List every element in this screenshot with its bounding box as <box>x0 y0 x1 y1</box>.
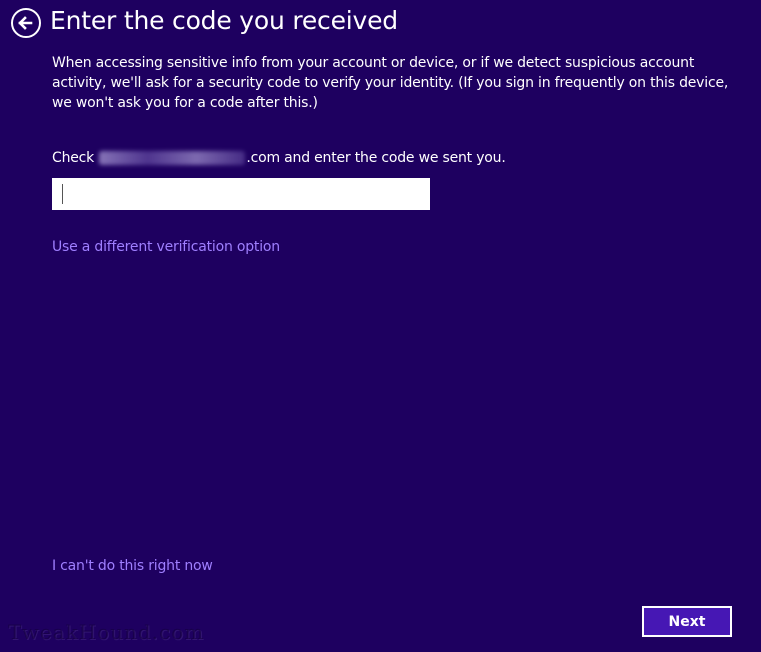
description-text: When accessing sensitive info from your … <box>52 55 729 111</box>
check-email-instruction: Check .com and enter the code we sent yo… <box>52 149 506 167</box>
page-title: Enter the code you received <box>50 6 398 35</box>
redacted-email <box>99 151 246 165</box>
cant-do-this-now-link[interactable]: I can't do this right now <box>52 558 213 574</box>
code-input[interactable] <box>52 178 430 210</box>
text-caret <box>62 184 63 204</box>
different-verification-option-link[interactable]: Use a different verification option <box>52 239 280 255</box>
check-prefix: Check <box>52 150 95 166</box>
back-button[interactable] <box>11 8 41 38</box>
verification-page: Enter the code you received When accessi… <box>0 0 761 652</box>
next-button[interactable]: Next <box>642 606 732 637</box>
back-arrow-icon <box>18 16 33 30</box>
watermark: TweakHound.com <box>8 620 205 644</box>
check-suffix: .com and enter the code we sent you. <box>246 150 506 166</box>
